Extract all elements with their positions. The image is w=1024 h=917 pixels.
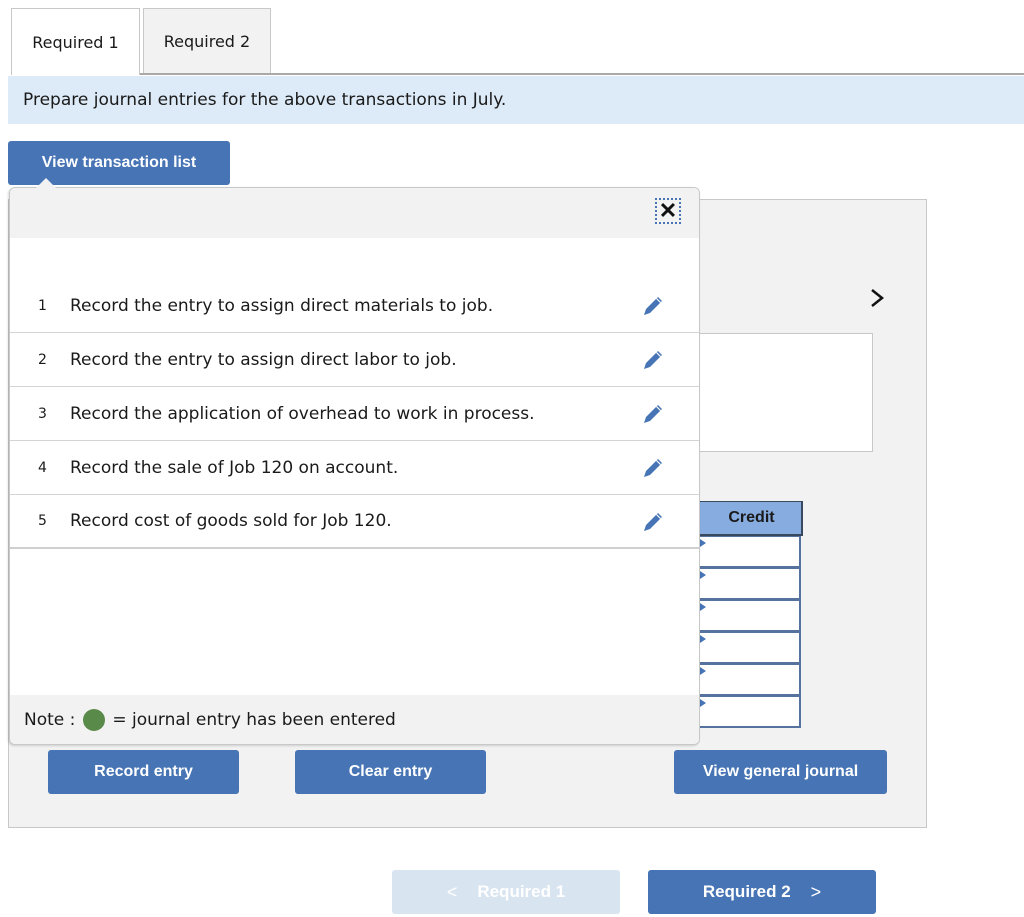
transaction-list-popup: ✕ 1 Record the entry to assign direct ma… bbox=[9, 187, 700, 745]
tab-required-1[interactable]: Required 1 bbox=[11, 8, 140, 75]
credit-input[interactable] bbox=[698, 568, 801, 600]
row-marker-icon bbox=[700, 699, 706, 707]
instruction-text: Prepare journal entries for the above tr… bbox=[23, 90, 507, 110]
credit-input[interactable] bbox=[698, 696, 801, 728]
next-transaction-arrow-icon[interactable] bbox=[868, 286, 888, 310]
row-marker-icon bbox=[700, 603, 706, 611]
close-icon[interactable]: ✕ bbox=[655, 198, 681, 224]
tab-label: Required 2 bbox=[163, 32, 251, 51]
tab-divider bbox=[11, 73, 1024, 75]
row-marker-icon bbox=[700, 539, 706, 547]
button-label: Record entry bbox=[94, 763, 193, 780]
transaction-item[interactable]: 5 Record cost of goods sold for Job 120. bbox=[10, 495, 699, 549]
entered-status-dot-icon bbox=[83, 708, 106, 731]
tab-label: Required 1 bbox=[32, 32, 119, 52]
credit-input[interactable] bbox=[698, 632, 801, 664]
transaction-number: 2 bbox=[38, 351, 47, 368]
transaction-text: Record cost of goods sold for Job 120. bbox=[70, 511, 392, 531]
note-text: = journal entry has been entered bbox=[112, 709, 396, 730]
transaction-list: 1 Record the entry to assign direct mate… bbox=[10, 279, 699, 549]
chevron-left-icon: < bbox=[446, 881, 458, 902]
button-label: Required 1 bbox=[477, 882, 566, 901]
transaction-text: Record the sale of Job 120 on account. bbox=[70, 457, 399, 478]
transaction-description-box bbox=[698, 333, 873, 452]
next-required-button[interactable]: Required 2 > bbox=[648, 870, 876, 914]
transaction-text: Record the application of overhead to wo… bbox=[70, 403, 535, 424]
row-marker-icon bbox=[700, 667, 706, 675]
row-marker-icon bbox=[700, 635, 706, 643]
transaction-item[interactable]: 3 Record the application of overhead to … bbox=[10, 387, 699, 441]
button-label: Clear entry bbox=[348, 763, 433, 780]
transaction-number: 3 bbox=[38, 405, 47, 422]
note-prefix: Note : bbox=[24, 709, 76, 730]
button-label: View transaction list bbox=[41, 154, 197, 171]
transaction-number: 5 bbox=[38, 513, 47, 529]
button-label: View general journal bbox=[702, 763, 859, 780]
legend-note: Note : = journal entry has been entered bbox=[10, 695, 699, 744]
transaction-item[interactable]: 1 Record the entry to assign direct mate… bbox=[10, 279, 699, 333]
credit-column: Credit bbox=[698, 501, 803, 728]
chevron-right-icon: > bbox=[810, 881, 822, 902]
transaction-item[interactable]: 2 Record the entry to assign direct labo… bbox=[10, 333, 699, 387]
credit-input[interactable] bbox=[698, 600, 801, 632]
prev-required-button[interactable]: < Required 1 bbox=[392, 870, 620, 914]
pencil-icon[interactable] bbox=[640, 401, 666, 427]
pencil-icon[interactable] bbox=[640, 509, 666, 535]
credit-header-label: Credit bbox=[728, 509, 775, 526]
transaction-item[interactable]: 4 Record the sale of Job 120 on account. bbox=[10, 441, 699, 495]
transaction-number: 4 bbox=[38, 459, 47, 476]
view-general-journal-button[interactable]: View general journal bbox=[674, 750, 887, 794]
popup-notch bbox=[36, 178, 56, 188]
tab-required-2[interactable]: Required 2 bbox=[143, 8, 271, 74]
credit-input[interactable] bbox=[698, 664, 801, 696]
transaction-text: Record the entry to assign direct materi… bbox=[70, 295, 494, 316]
record-entry-button[interactable]: Record entry bbox=[48, 750, 239, 794]
transaction-text: Record the entry to assign direct labor … bbox=[70, 349, 457, 370]
transaction-number: 1 bbox=[38, 297, 47, 314]
instruction-banner: Prepare journal entries for the above tr… bbox=[8, 76, 1024, 124]
row-marker-icon bbox=[700, 571, 706, 579]
pencil-icon[interactable] bbox=[640, 455, 666, 481]
pencil-icon[interactable] bbox=[640, 293, 666, 319]
clear-entry-button[interactable]: Clear entry bbox=[295, 750, 486, 794]
pencil-icon[interactable] bbox=[640, 347, 666, 373]
button-label: Required 2 bbox=[702, 882, 791, 901]
credit-header: Credit bbox=[698, 501, 803, 536]
popup-header bbox=[10, 188, 699, 238]
credit-input[interactable] bbox=[698, 536, 801, 568]
